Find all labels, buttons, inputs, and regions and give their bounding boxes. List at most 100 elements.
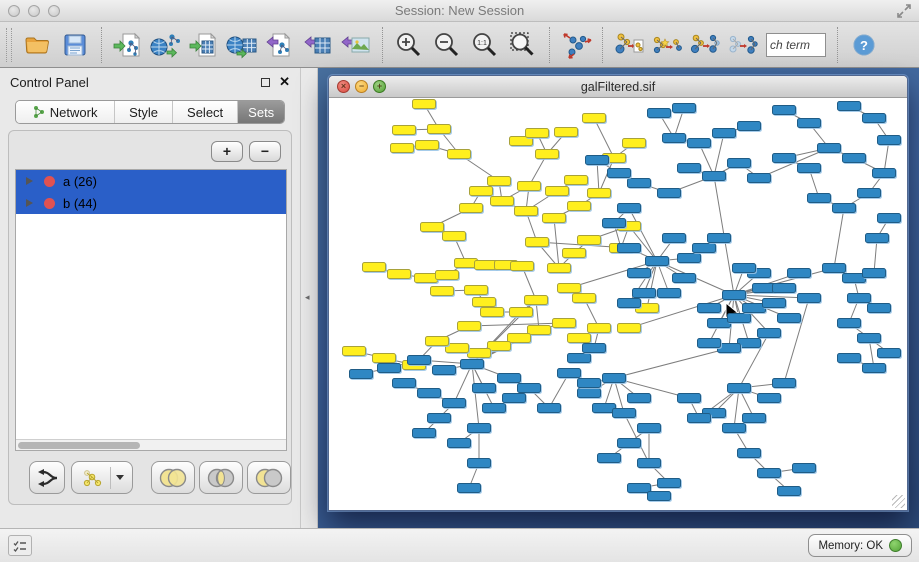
graph-node[interactable] bbox=[417, 388, 441, 398]
expand-selection-button[interactable] bbox=[724, 26, 762, 64]
graph-node[interactable] bbox=[687, 138, 711, 148]
split-set-button[interactable] bbox=[29, 461, 65, 494]
graph-node[interactable] bbox=[467, 423, 491, 433]
graph-node[interactable] bbox=[697, 338, 721, 348]
graph-node[interactable] bbox=[509, 307, 533, 317]
create-set-from-network-button[interactable] bbox=[71, 461, 133, 494]
graph-node[interactable] bbox=[857, 188, 881, 198]
graph-node[interactable] bbox=[602, 373, 626, 383]
graph-node[interactable] bbox=[712, 128, 736, 138]
graph-node[interactable] bbox=[817, 143, 841, 153]
graph-node[interactable] bbox=[867, 303, 891, 313]
graph-node[interactable] bbox=[832, 203, 856, 213]
intersect-sets-button[interactable] bbox=[199, 461, 243, 494]
close-panel-icon[interactable]: ✕ bbox=[279, 77, 290, 87]
graph-node[interactable] bbox=[362, 262, 386, 272]
graph-node[interactable] bbox=[587, 188, 611, 198]
graph-node[interactable] bbox=[447, 438, 471, 448]
graph-node[interactable] bbox=[582, 113, 606, 123]
graph-node[interactable] bbox=[487, 176, 511, 186]
graph-node[interactable] bbox=[722, 423, 746, 433]
graph-node[interactable] bbox=[865, 233, 889, 243]
graph-node[interactable] bbox=[862, 113, 886, 123]
graph-node[interactable] bbox=[687, 413, 711, 423]
graph-node[interactable] bbox=[837, 318, 861, 328]
import-table-url-button[interactable] bbox=[223, 26, 261, 64]
graph-node[interactable] bbox=[677, 253, 701, 263]
graph-node[interactable] bbox=[707, 233, 731, 243]
graph-node[interactable] bbox=[482, 403, 506, 413]
graph-node[interactable] bbox=[490, 196, 514, 206]
graph-node[interactable] bbox=[822, 263, 846, 273]
graph-node[interactable] bbox=[442, 231, 466, 241]
graph-node[interactable] bbox=[727, 313, 751, 323]
graph-node[interactable] bbox=[697, 303, 721, 313]
graph-node[interactable] bbox=[442, 398, 466, 408]
graph-node[interactable] bbox=[459, 203, 483, 213]
graph-node[interactable] bbox=[732, 263, 756, 273]
graph-node[interactable] bbox=[467, 458, 491, 468]
graph-node[interactable] bbox=[572, 293, 596, 303]
graph-node[interactable] bbox=[415, 140, 439, 150]
graph-node[interactable] bbox=[517, 383, 541, 393]
search-input[interactable] bbox=[766, 33, 826, 57]
graph-node[interactable] bbox=[722, 290, 746, 300]
graph-node[interactable] bbox=[502, 393, 526, 403]
export-network-button[interactable] bbox=[261, 26, 299, 64]
graph-node[interactable] bbox=[524, 295, 548, 305]
graph-node[interactable] bbox=[427, 124, 451, 134]
add-set-button[interactable]: + bbox=[211, 141, 243, 162]
graph-node[interactable] bbox=[772, 283, 796, 293]
graph-node[interactable] bbox=[662, 233, 686, 243]
graph-node[interactable] bbox=[837, 353, 861, 363]
graph-node[interactable] bbox=[567, 353, 591, 363]
graph-node[interactable] bbox=[657, 478, 681, 488]
graph-node[interactable] bbox=[467, 348, 491, 358]
graph-node[interactable] bbox=[847, 293, 871, 303]
graph-node[interactable] bbox=[577, 388, 601, 398]
import-network-file-button[interactable] bbox=[109, 26, 147, 64]
minimize-network-window-button[interactable]: − bbox=[355, 80, 368, 93]
graph-node[interactable] bbox=[757, 468, 781, 478]
toolbar-drag-handle[interactable] bbox=[6, 28, 12, 62]
graph-node[interactable] bbox=[510, 261, 534, 271]
graph-node[interactable] bbox=[637, 423, 661, 433]
graph-node[interactable] bbox=[547, 263, 571, 273]
graph-node[interactable] bbox=[662, 133, 686, 143]
remove-set-button[interactable]: − bbox=[249, 141, 281, 162]
graph-node[interactable] bbox=[430, 286, 454, 296]
graph-node[interactable] bbox=[842, 153, 866, 163]
float-panel-icon[interactable] bbox=[261, 78, 270, 87]
graph-node[interactable] bbox=[632, 288, 656, 298]
export-image-button[interactable] bbox=[337, 26, 375, 64]
graph-node[interactable] bbox=[542, 213, 566, 223]
graph-node[interactable] bbox=[387, 269, 411, 279]
graph-node[interactable] bbox=[564, 175, 588, 185]
graph-node[interactable] bbox=[557, 283, 581, 293]
graph-node[interactable] bbox=[677, 163, 701, 173]
graph-node[interactable] bbox=[514, 206, 538, 216]
expander-icon[interactable] bbox=[26, 199, 33, 207]
graph-node[interactable] bbox=[627, 178, 651, 188]
maximize-network-window-button[interactable]: + bbox=[373, 80, 386, 93]
import-network-url-button[interactable] bbox=[147, 26, 185, 64]
graph-node[interactable] bbox=[552, 318, 576, 328]
network-canvas[interactable] bbox=[329, 98, 907, 510]
maximize-icon[interactable] bbox=[897, 4, 911, 18]
graph-node[interactable] bbox=[460, 359, 484, 369]
graph-node[interactable] bbox=[435, 270, 459, 280]
graph-node[interactable] bbox=[412, 428, 436, 438]
network-window[interactable]: × − + galFiltered.sif bbox=[328, 75, 908, 511]
graph-node[interactable] bbox=[617, 438, 641, 448]
graph-node[interactable] bbox=[657, 188, 681, 198]
graph-node[interactable] bbox=[862, 363, 886, 373]
graph-node[interactable] bbox=[420, 222, 444, 232]
export-table-button[interactable] bbox=[299, 26, 337, 64]
graph-node[interactable] bbox=[392, 125, 416, 135]
graph-node[interactable] bbox=[797, 118, 821, 128]
graph-node[interactable] bbox=[645, 256, 669, 266]
graph-node[interactable] bbox=[692, 243, 716, 253]
graph-node[interactable] bbox=[577, 378, 601, 388]
graph-node[interactable] bbox=[797, 163, 821, 173]
graph-node[interactable] bbox=[777, 486, 801, 496]
